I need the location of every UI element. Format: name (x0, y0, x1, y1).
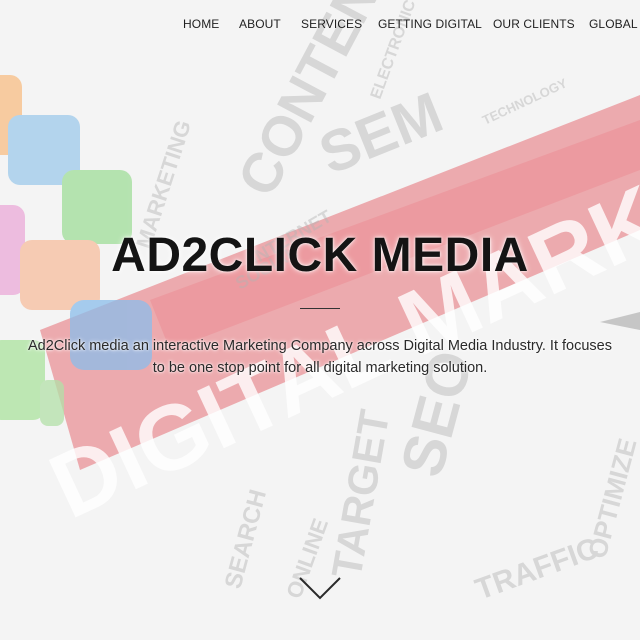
tagline-line-2: to be one stop point for all digital mar… (152, 360, 488, 376)
nav-home[interactable]: HOME (183, 17, 219, 31)
hero-section: CONTENT SEM MARKETING ELECTRONIC TECHNOL… (0, 0, 640, 640)
hero-overlay (0, 0, 640, 640)
chevron-down-icon[interactable] (298, 574, 342, 602)
top-navigation: HOME ABOUT SERVICES GETTING DIGITAL OUR … (0, 0, 640, 48)
title-divider (300, 308, 340, 309)
hero-tagline: Ad2Click media an interactive Marketing … (0, 335, 640, 379)
hero-title: AD2CLICK MEDIA (111, 229, 529, 282)
nav-our-clients[interactable]: OUR CLIENTS (493, 17, 575, 31)
nav-global[interactable]: GLOBAL (589, 17, 638, 31)
nav-services[interactable]: SERVICES (301, 17, 362, 31)
nav-about[interactable]: ABOUT (239, 17, 281, 31)
nav-getting-digital[interactable]: GETTING DIGITAL (378, 17, 482, 31)
tagline-line-1: Ad2Click media an interactive Marketing … (27, 338, 612, 354)
